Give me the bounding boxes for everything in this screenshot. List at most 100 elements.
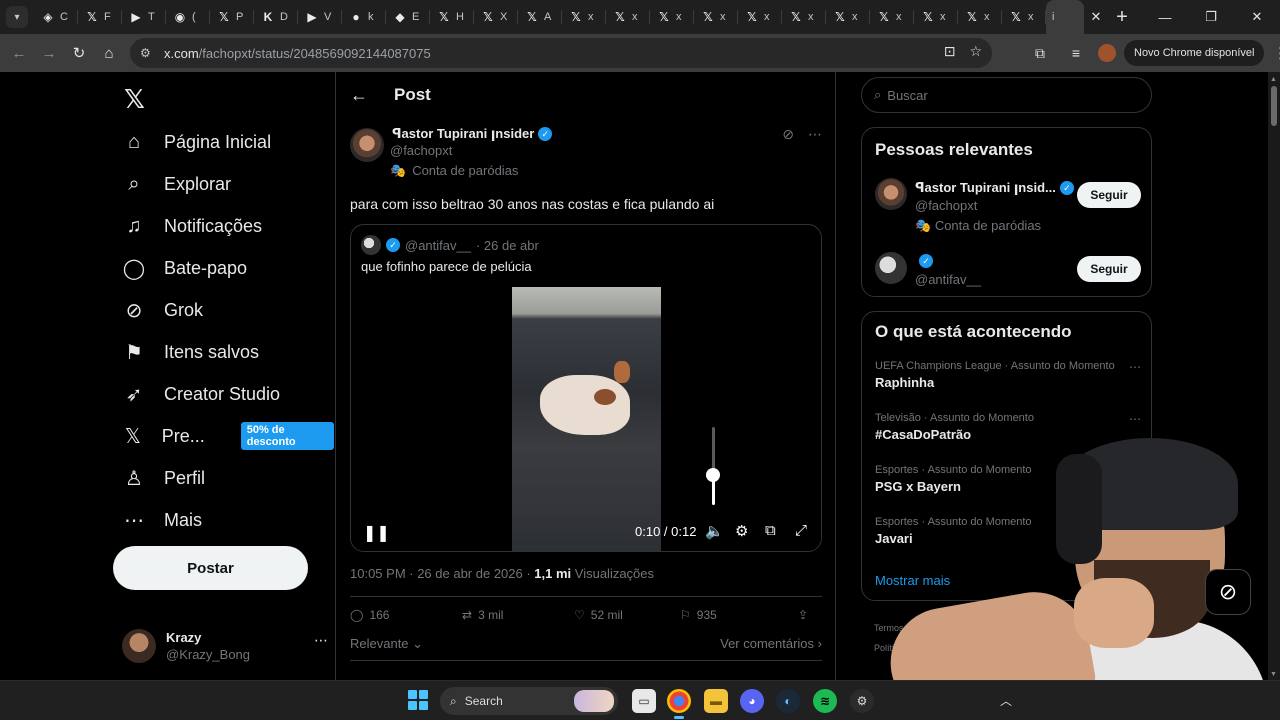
forward-button[interactable]: → [34,38,64,68]
tab-item[interactable]: 𝕏x [562,0,606,34]
close-window-button[interactable]: ✕ [1234,0,1280,34]
task-view-icon[interactable]: ▭ [632,689,656,713]
nav-item-chat[interactable]: ◯ Bate-papo [122,247,247,289]
browser-menu-icon[interactable]: ⋮ [1272,44,1280,62]
pause-icon[interactable]: ❚❚ [363,523,390,543]
share-button[interactable]: ⇪ [798,608,808,622]
tab-item[interactable]: ◈ C [34,0,78,34]
nav-item-notifications[interactable]: ♫ Notificações [122,205,263,247]
tab-item[interactable]: 𝕏x [914,0,958,34]
tab-item[interactable]: 𝕏X [474,0,518,34]
nav-item-home[interactable]: ⌂ Página Inicial [122,121,271,163]
install-app-icon[interactable]: ⊡ [944,43,956,60]
media-control-icon[interactable]: ≡ [1062,38,1090,68]
nav-item-creator-studio[interactable]: ➶ Creator Studio [122,373,280,415]
tab-item[interactable]: 𝕏x [738,0,782,34]
new-tab-button[interactable]: + [1108,6,1136,29]
reply-button[interactable]: ◯ 166 [350,608,462,622]
tab-item[interactable]: 𝕏x [606,0,650,34]
tab-item[interactable]: 𝕏x [782,0,826,34]
pip-icon[interactable]: ⧉ [765,522,776,539]
tab-item[interactable]: 𝕏H [430,0,474,34]
tab-item[interactable]: 𝕏A [518,0,562,34]
tab-item[interactable]: ◉( [166,0,210,34]
author-name[interactable]: ꟼastor Tupirani ꞁnsider ✓ [392,126,553,142]
sort-dropdown[interactable]: Relevante ⌄ [350,636,423,651]
tab-item[interactable]: 𝕏x [826,0,870,34]
site-info-icon[interactable]: ⚙ [140,46,160,60]
app-icon[interactable]: ⚙ [850,689,874,713]
view-comments-link[interactable]: Ver comentários › [720,636,822,651]
person-item[interactable]: ✓ @antifav__ Seguir [875,252,1141,292]
tab-item[interactable]: ◆ E [386,0,430,34]
repost-button[interactable]: ⇄ 3 mil [462,608,574,622]
volume-icon[interactable]: 🔈 [705,522,724,540]
update-chrome-button[interactable]: Novo Chrome disponível [1124,40,1265,66]
nav-item-premium[interactable]: 𝕏 Pre... 50% de desconto [122,415,334,457]
bookmark-button[interactable]: ⚐ 935 [680,608,798,622]
follow-button[interactable]: Seguir [1077,182,1141,208]
reload-button[interactable]: ↻ [64,38,94,68]
extensions-icon[interactable]: ⧉ [1026,38,1054,68]
fullscreen-icon[interactable]: ⤢ [795,522,807,539]
x-logo-icon[interactable]: 𝕏 [124,84,145,115]
tab-active[interactable]: i [1046,0,1084,34]
post-more-icon[interactable]: ⋯ [808,126,822,143]
maximize-button[interactable]: ❐ [1188,0,1234,34]
tab-item[interactable]: ● k [342,0,386,34]
taskbar-search[interactable]: ⌕ Search [440,687,618,715]
tray-chevron-icon[interactable]: ︿ [1000,692,1012,709]
scroll-up-icon[interactable]: ▲ [1270,76,1277,83]
like-button[interactable]: ♡ 52 mil [574,608,680,622]
nav-item-bookmarks[interactable]: ⚑ Itens salvos [122,331,259,373]
close-tab-icon[interactable]: ✕ [1088,9,1104,25]
settings-icon[interactable]: ⚙ [735,522,748,540]
tab-item[interactable]: 𝕏P [210,0,254,34]
back-arrow-icon[interactable]: ← [350,85,368,106]
tab-item[interactable]: ▶ V [298,0,342,34]
post-timestamp[interactable]: 10:05 PM · 26 de abr de 2026 · [350,566,534,581]
author-avatar[interactable] [350,128,384,162]
tab-item[interactable]: KD [254,0,298,34]
grok-floating-button[interactable]: ⊘ [1205,569,1251,615]
tab-item[interactable]: ▶ T [122,0,166,34]
start-button[interactable] [408,690,428,710]
tab-item[interactable]: 𝕏x [958,0,1002,34]
profile-avatar[interactable] [1098,44,1116,62]
bookmark-star-icon[interactable]: ☆ [969,43,982,60]
volume-slider[interactable] [712,427,715,505]
trend-more-icon[interactable]: ⋯ [1129,360,1141,374]
video-player[interactable]: ❚❚ 0:10 / 0:12 🔈 ⚙ ⧉ ⤢ [351,287,821,551]
person-item[interactable]: ꟼastor Tupirani ꞁnsid... ✓ @fachopxt 🎭 C… [875,178,1141,238]
address-bar[interactable]: ⚙ x.com/fachopxt/status/2048569092144087… [130,38,992,68]
tab-item[interactable]: 𝕏x [870,0,914,34]
more-icon[interactable]: ⋯ [314,632,328,649]
trend-item[interactable]: UEFA Champions League · Assunto do Momen… [875,360,1141,390]
discord-icon[interactable]: ◕ [740,689,764,713]
back-button[interactable]: ← [4,38,34,68]
scroll-down-icon[interactable]: ▼ [1270,671,1277,678]
volume-handle[interactable] [706,468,720,483]
tab-item[interactable]: 𝕏x [1002,0,1046,34]
scroll-thumb[interactable] [1271,86,1277,126]
author-handle[interactable]: @fachopxt [390,143,452,158]
nav-item-explore[interactable]: ⌕ Explorar [122,163,231,205]
nav-item-more[interactable]: ⋯ Mais [122,499,202,541]
file-explorer-icon[interactable]: ▬ [704,689,728,713]
post-button[interactable]: Postar [113,546,308,590]
search-input[interactable]: ⌕ Buscar [861,77,1152,113]
page-scrollbar[interactable]: ▲ ▼ [1268,72,1280,680]
minimize-button[interactable]: — [1142,0,1188,34]
steam-icon[interactable]: ◐ [776,689,800,713]
chrome-icon[interactable] [667,689,691,719]
trend-more-icon[interactable]: ⋯ [1129,412,1141,426]
quoted-post[interactable]: ✓ @antifav__ · 26 de abr que fofinho par… [350,224,822,552]
nav-item-grok[interactable]: ⊘ Grok [122,289,203,331]
nav-item-profile[interactable]: ♙ Perfil [122,457,205,499]
tab-item[interactable]: 𝕏x [650,0,694,34]
home-button[interactable]: ⌂ [94,38,124,68]
grok-icon[interactable]: ⊘ [782,126,794,143]
tab-item[interactable]: 𝕏x [694,0,738,34]
spotify-icon[interactable]: ≋ [813,689,837,713]
follow-button[interactable]: Seguir [1077,256,1141,282]
